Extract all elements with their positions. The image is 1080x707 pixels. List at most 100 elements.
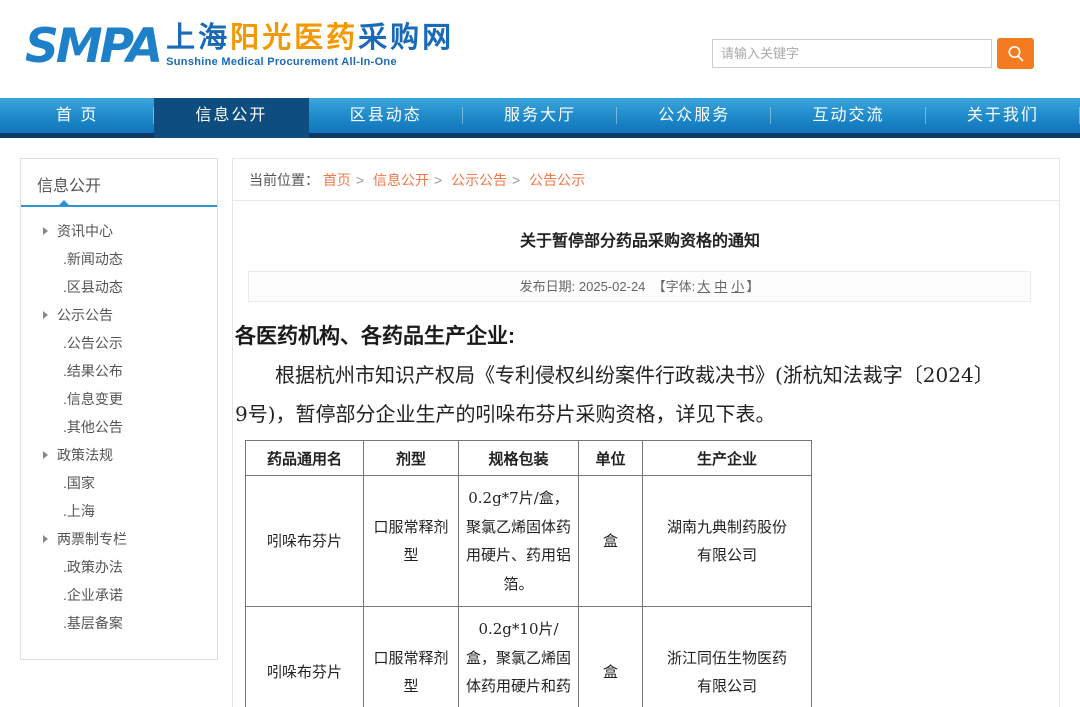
sidebar-item-district-updates[interactable]: .区县动态 [21, 273, 217, 301]
nav-item-info-disclosure[interactable]: 信息公开 [154, 98, 308, 138]
breadcrumb: 当前位置： 首页 > 信息公开 > 公示公告 > 公告公示 [233, 159, 1059, 201]
col-header-spec-packaging: 规格包装 [459, 441, 579, 476]
table-header-row: 药品通用名 剂型 规格包装 单位 生产企业 [246, 441, 812, 476]
sidebar-item-label: .国家 [63, 473, 95, 493]
sidebar-item-info-changes[interactable]: .信息变更 [21, 385, 217, 413]
font-size-large-link[interactable]: 大 [697, 279, 710, 294]
site-header: SMPA 上海阳光医药采购网 Sunshine Medical Procurem… [0, 0, 1080, 98]
sidebar-item-label: .上海 [63, 501, 95, 521]
breadcrumb-label: 当前位置： [249, 172, 319, 188]
logo-title-orange: 阳光医药 [230, 22, 358, 54]
breadcrumb-link-announcements[interactable]: 公示公告 [451, 172, 507, 188]
sidebar-item-enterprise-commitment[interactable]: .企业承诺 [21, 581, 217, 609]
cell-dosage-form: 口服常释剂型 [364, 476, 459, 607]
logo-title-blue1: 上海 [166, 22, 230, 54]
page: SMPA 上海阳光医药采购网 Sunshine Medical Procurem… [0, 0, 1080, 707]
sidebar-item-news-updates[interactable]: .新闻动态 [21, 245, 217, 273]
breadcrumb-link-home[interactable]: 首页 [323, 172, 351, 188]
triangle-right-icon [43, 311, 48, 319]
sidebar-item-label: .企业承诺 [63, 585, 123, 605]
search-bar [712, 38, 1034, 69]
sidebar-item-label: 政策法规 [57, 445, 113, 465]
logo-title-blue2: 采购网 [358, 22, 454, 54]
logo-subtitle: Sunshine Medical Procurement All-In-One [166, 56, 454, 68]
triangle-right-icon [43, 451, 48, 459]
font-size-small-link[interactable]: 小 [731, 279, 744, 294]
article: 关于暂停部分药品采购资格的通知 发布日期: 2025-02-24 【字体:大中小… [233, 227, 1059, 707]
sidebar-item-other-notices[interactable]: .其他公告 [21, 413, 217, 441]
content-panel: 当前位置： 首页 > 信息公开 > 公示公告 > 公告公示 关于暂停部分药品采购资格的… [232, 158, 1060, 707]
sidebar-menu: 资讯中心 .新闻动态 .区县动态 公示公告 .公告公示 .结果公布 .信息变更 … [21, 207, 217, 659]
font-size-prefix: 【字体: [653, 279, 696, 294]
search-input[interactable] [712, 39, 992, 68]
sidebar-item-policies[interactable]: 政策法规 [21, 441, 217, 469]
col-header-dosage-form: 剂型 [364, 441, 459, 476]
sidebar-item-label: .政策办法 [63, 557, 123, 577]
breadcrumb-link-public-notice[interactable]: 公告公示 [529, 172, 585, 188]
cell-dosage-form: 口服常释剂型 [364, 607, 459, 707]
cell-spec-packaging: 0.2g*10片/盒，聚氯乙烯固体药用硬片和药用铝箔包装 [459, 607, 579, 707]
col-header-manufacturer: 生产企业 [643, 441, 812, 476]
sidebar-item-news-center[interactable]: 资讯中心 [21, 217, 217, 245]
article-salutation: 各医药机构、各药品生产企业: [235, 320, 1045, 350]
nav-item-public-service[interactable]: 公众服务 [617, 98, 771, 133]
cell-generic-name: 吲哚布芬片 [246, 607, 364, 707]
cell-generic-name: 吲哚布芬片 [246, 476, 364, 607]
drug-suspension-table: 药品通用名 剂型 规格包装 单位 生产企业 吲哚布芬片 口服常释剂型 0.2g*… [245, 440, 812, 707]
breadcrumb-separator: > [512, 172, 520, 188]
cell-unit: 盒 [579, 607, 643, 707]
sidebar-title: 信息公开 [21, 159, 217, 207]
nav-item-home[interactable]: 首 页 [0, 98, 154, 133]
cell-manufacturer: 湖南九典制药股份有限公司 [643, 476, 812, 607]
cell-manufacturer: 浙江同伍生物医药有限公司 [643, 607, 812, 707]
logo-title: 上海阳光医药采购网 [166, 22, 454, 54]
main-area: 信息公开 资讯中心 .新闻动态 .区县动态 公示公告 .公告公示 .结果公布 .… [20, 158, 1060, 707]
triangle-right-icon [43, 535, 48, 543]
sidebar-item-label: .区县动态 [63, 277, 123, 297]
nav-item-district-news[interactable]: 区县动态 [309, 98, 463, 133]
col-header-unit: 单位 [579, 441, 643, 476]
main-nav: 首 页 信息公开 区县动态 服务大厅 公众服务 互动交流 关于我们 [0, 98, 1080, 138]
sidebar-item-label: .公告公示 [63, 333, 123, 353]
sidebar-item-public-notice[interactable]: .公告公示 [21, 329, 217, 357]
publish-date-value: 2025-02-24 [579, 279, 646, 294]
table-row: 吲哚布芬片 口服常释剂型 0.2g*10片/盒，聚氯乙烯固体药用硬片和药用铝箔包… [246, 607, 812, 707]
sidebar-item-label: .其他公告 [63, 417, 123, 437]
article-meta-bar: 发布日期: 2025-02-24 【字体:大中小】 [248, 271, 1031, 302]
nav-item-about-us[interactable]: 关于我们 [926, 98, 1080, 133]
breadcrumb-separator: > [434, 172, 442, 188]
breadcrumb-link-info-disclosure[interactable]: 信息公开 [373, 172, 429, 188]
publish-date-label: 发布日期: [520, 279, 576, 294]
article-title: 关于暂停部分药品采购资格的通知 [235, 227, 1045, 251]
sidebar-item-national[interactable]: .国家 [21, 469, 217, 497]
article-paragraph: 根据杭州市知识产权局《专利侵权纠纷案件行政裁决书》(浙杭知法裁字〔2024〕9号… [235, 356, 997, 434]
font-size-medium-link[interactable]: 中 [714, 279, 727, 294]
sidebar-item-announcements[interactable]: 公示公告 [21, 301, 217, 329]
cell-spec-packaging: 0.2g*7片/盒，聚氯乙烯固体药用硬片、药用铝箔。 [459, 476, 579, 607]
sidebar-item-results[interactable]: .结果公布 [21, 357, 217, 385]
sidebar-item-label: .新闻动态 [63, 249, 123, 269]
table-row: 吲哚布芬片 口服常释剂型 0.2g*7片/盒，聚氯乙烯固体药用硬片、药用铝箔。 … [246, 476, 812, 607]
sidebar-item-label: .基层备案 [63, 613, 123, 633]
search-icon [1006, 44, 1026, 64]
triangle-right-icon [43, 227, 48, 235]
cell-unit: 盒 [579, 476, 643, 607]
sidebar-item-label: .信息变更 [63, 389, 123, 409]
sidebar-item-shanghai[interactable]: .上海 [21, 497, 217, 525]
logo-acronym: SMPA [25, 22, 166, 72]
site-logo[interactable]: SMPA 上海阳光医药采购网 Sunshine Medical Procurem… [25, 22, 454, 72]
sidebar-item-two-invoice[interactable]: 两票制专栏 [21, 525, 217, 553]
sidebar-item-label: .结果公布 [63, 361, 123, 381]
nav-item-service-hall[interactable]: 服务大厅 [463, 98, 617, 133]
sidebar: 信息公开 资讯中心 .新闻动态 .区县动态 公示公告 .公告公示 .结果公布 .… [20, 158, 218, 660]
sidebar-item-label: 两票制专栏 [57, 529, 127, 549]
sidebar-item-label: 资讯中心 [57, 221, 113, 241]
nav-item-interaction[interactable]: 互动交流 [771, 98, 925, 133]
breadcrumb-separator: > [356, 172, 364, 188]
sidebar-item-grassroots-filing[interactable]: .基层备案 [21, 609, 217, 637]
logo-text: 上海阳光医药采购网 Sunshine Medical Procurement A… [166, 22, 454, 68]
search-button[interactable] [997, 38, 1034, 69]
font-size-suffix: 】 [746, 279, 759, 294]
col-header-generic-name: 药品通用名 [246, 441, 364, 476]
sidebar-item-policy-measures[interactable]: .政策办法 [21, 553, 217, 581]
